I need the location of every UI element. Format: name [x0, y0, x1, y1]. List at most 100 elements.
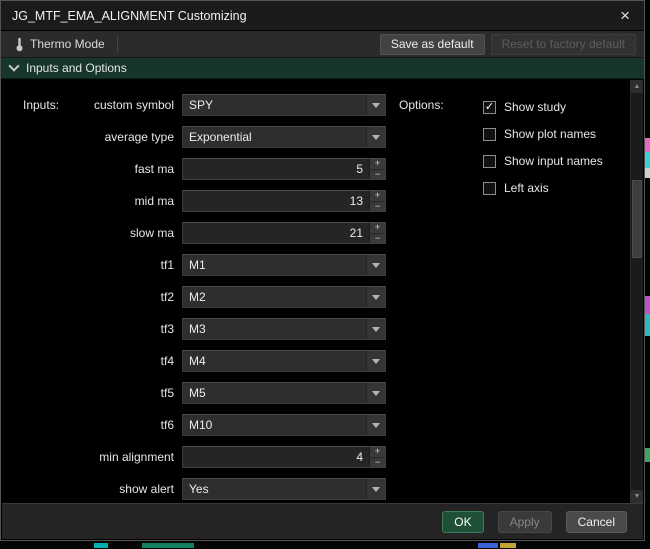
- titlebar[interactable]: JG_MTF_EMA_ALIGNMENT Customizing ×: [1, 1, 644, 31]
- dropdown-tf3[interactable]: M3: [182, 318, 386, 340]
- form-row-tf5: tf5M5: [2, 382, 386, 404]
- checkbox-unchecked-icon[interactable]: [483, 128, 496, 141]
- chevron-down-icon: [366, 255, 385, 275]
- form-row-mid-ma: mid ma13+−: [2, 190, 386, 212]
- decrement-button[interactable]: −: [370, 201, 385, 212]
- thermo-mode-button[interactable]: Thermo Mode: [9, 35, 111, 54]
- form-row-tf4: tf4M4: [2, 350, 386, 372]
- spinner-slow-ma[interactable]: 21+−: [182, 222, 386, 244]
- decrement-button[interactable]: −: [370, 233, 385, 244]
- increment-button[interactable]: +: [370, 223, 385, 233]
- thermo-mode-label: Thermo Mode: [30, 37, 105, 51]
- decrement-button[interactable]: −: [370, 169, 385, 180]
- options-list: ✓ Show study Show plot names Show input nam…: [483, 96, 603, 204]
- dropdown-tf4[interactable]: M4: [182, 350, 386, 372]
- background-chart-right-edge: [645, 0, 650, 541]
- chevron-down-triangle: [372, 135, 380, 140]
- section-header-label: Inputs and Options: [26, 61, 127, 75]
- apply-button: Apply: [498, 511, 552, 533]
- section-header-inputs-and-options[interactable]: Inputs and Options: [1, 58, 644, 79]
- input-label-tf3: tf3: [2, 322, 182, 336]
- checkbox-row-show-input-names[interactable]: Show input names: [483, 150, 603, 172]
- inputs-form: custom symbolSPY average typeExponential f…: [2, 94, 386, 510]
- input-label-custom-symbol: custom symbol: [2, 98, 182, 112]
- spinner-mid-ma[interactable]: 13+−: [182, 190, 386, 212]
- chevron-down-triangle: [372, 295, 380, 300]
- spinner-buttons: +−: [369, 223, 385, 243]
- checkbox-row-show-plot-names[interactable]: Show plot names: [483, 123, 603, 145]
- toolbar: Thermo Mode Save as default Reset to fac…: [1, 31, 644, 58]
- input-label-tf2: tf2: [2, 290, 182, 304]
- chart-edge-pixels: [645, 448, 650, 462]
- dropdown-value: Yes: [183, 479, 366, 499]
- ok-button[interactable]: OK: [442, 511, 483, 533]
- vertical-scrollbar[interactable]: ▲ ▼: [630, 80, 643, 503]
- checkbox-checked-icon[interactable]: ✓: [483, 101, 496, 114]
- form-row-tf1: tf1M1: [2, 254, 386, 276]
- spinner-fast-ma[interactable]: 5+−: [182, 158, 386, 180]
- form-row-min-alignment: min alignment4+−: [2, 446, 386, 468]
- form-row-tf6: tf6M10: [2, 414, 386, 436]
- dropdown-average-type[interactable]: Exponential: [182, 126, 386, 148]
- dropdown-tf6[interactable]: M10: [182, 414, 386, 436]
- window-title: JG_MTF_EMA_ALIGNMENT Customizing: [12, 9, 617, 23]
- chart-edge-pixels: [645, 152, 650, 168]
- decrement-button[interactable]: −: [370, 457, 385, 468]
- checkbox-label: Show study: [504, 100, 566, 114]
- dropdown-tf5[interactable]: M5: [182, 382, 386, 404]
- chevron-down-icon: [8, 60, 19, 71]
- form-row-tf3: tf3M3: [2, 318, 386, 340]
- form-row-average-type: average typeExponential: [2, 126, 386, 148]
- chart-edge-pixels: [142, 543, 194, 548]
- increment-button[interactable]: +: [370, 191, 385, 201]
- scroll-down-icon[interactable]: ▼: [631, 490, 643, 503]
- chevron-down-icon: [366, 127, 385, 147]
- spinner-value: 21: [183, 223, 369, 243]
- chevron-down-icon: [366, 415, 385, 435]
- dropdown-custom-symbol[interactable]: SPY: [182, 94, 386, 116]
- spinner-min-alignment[interactable]: 4+−: [182, 446, 386, 468]
- chevron-down-icon: [366, 95, 385, 115]
- input-label-fast-ma: fast ma: [2, 162, 182, 176]
- form-row-fast-ma: fast ma5+−: [2, 158, 386, 180]
- close-icon[interactable]: ×: [617, 7, 633, 24]
- chevron-down-icon: [366, 351, 385, 371]
- dropdown-tf1[interactable]: M1: [182, 254, 386, 276]
- chart-edge-pixels: [645, 296, 650, 314]
- checkbox-unchecked-icon[interactable]: [483, 155, 496, 168]
- dropdown-tf2[interactable]: M2: [182, 286, 386, 308]
- dropdown-value: M3: [183, 319, 366, 339]
- input-label-tf5: tf5: [2, 386, 182, 400]
- dropdown-show-alert[interactable]: Yes: [182, 478, 386, 500]
- chevron-down-triangle: [372, 359, 380, 364]
- chart-edge-pixels: [645, 138, 650, 152]
- chevron-down-triangle: [372, 327, 380, 332]
- checkbox-label: Left axis: [504, 181, 549, 195]
- checkbox-row-left-axis[interactable]: Left axis: [483, 177, 603, 199]
- chevron-down-triangle: [372, 263, 380, 268]
- input-label-tf6: tf6: [2, 418, 182, 432]
- checkbox-unchecked-icon[interactable]: [483, 182, 496, 195]
- chart-edge-pixels: [94, 543, 108, 548]
- checkbox-row-show-study[interactable]: ✓ Show study: [483, 96, 603, 118]
- customizing-dialog: JG_MTF_EMA_ALIGNMENT Customizing × Therm…: [0, 0, 645, 541]
- save-as-default-button[interactable]: Save as default: [380, 34, 485, 55]
- scroll-up-icon[interactable]: ▲: [631, 80, 643, 93]
- dropdown-value: M5: [183, 383, 366, 403]
- chart-edge-pixels: [645, 168, 650, 178]
- spinner-value: 5: [183, 159, 369, 179]
- increment-button[interactable]: +: [370, 447, 385, 457]
- dropdown-value: Exponential: [183, 127, 366, 147]
- form-row-slow-ma: slow ma21+−: [2, 222, 386, 244]
- scrollbar-thumb[interactable]: [632, 180, 642, 258]
- input-label-slow-ma: slow ma: [2, 226, 182, 240]
- spinner-value: 4: [183, 447, 369, 467]
- chevron-down-triangle: [372, 423, 380, 428]
- form-row-tf2: tf2M2: [2, 286, 386, 308]
- input-label-show-alert: show alert: [2, 482, 182, 496]
- increment-button[interactable]: +: [370, 159, 385, 169]
- dropdown-value: M2: [183, 287, 366, 307]
- dialog-content: Inputs: Options: custom symbolSPYaverage…: [2, 80, 630, 503]
- chevron-down-icon: [366, 479, 385, 499]
- cancel-button[interactable]: Cancel: [566, 511, 627, 533]
